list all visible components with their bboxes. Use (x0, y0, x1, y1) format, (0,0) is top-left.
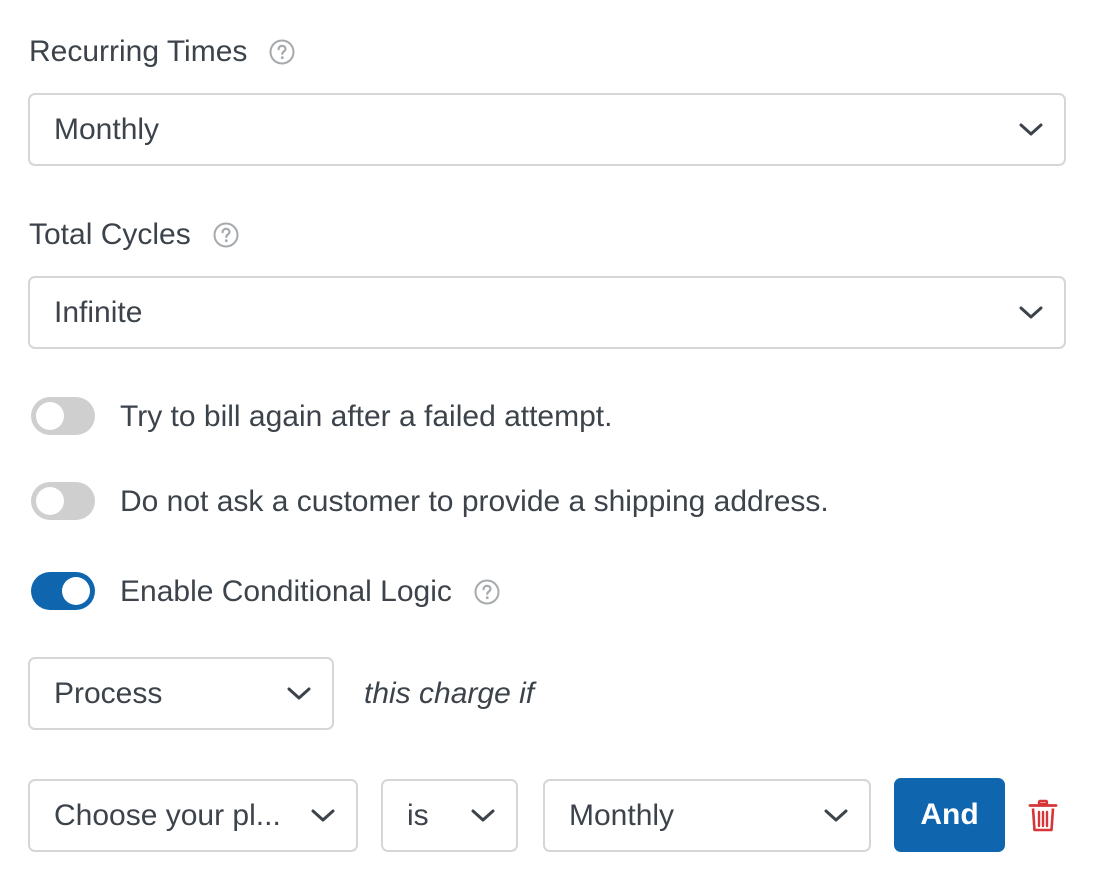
toggle-knob (36, 402, 64, 430)
conditional-action-select[interactable]: Process (28, 657, 334, 730)
toggle-knob (62, 577, 90, 605)
help-icon[interactable] (269, 39, 295, 65)
trash-icon[interactable] (1028, 799, 1058, 833)
recurring-times-label-row: Recurring Times (29, 32, 295, 72)
conditional-operator-value: is (407, 798, 429, 832)
retry-billing-toggle[interactable] (31, 397, 95, 435)
help-icon[interactable] (213, 222, 239, 248)
recurring-times-value: Monthly (54, 112, 160, 146)
chevron-down-icon (1016, 115, 1046, 145)
help-icon[interactable] (474, 579, 500, 605)
conditional-action-value: Process (54, 676, 163, 710)
retry-billing-label: Try to bill again after a failed attempt… (120, 400, 613, 433)
conditional-value-select[interactable]: Monthly (543, 779, 871, 852)
add-and-rule-button[interactable]: And (894, 778, 1005, 852)
total-cycles-value: Infinite (54, 295, 143, 329)
conditional-field-value: Choose your pl... (54, 798, 281, 832)
conditional-logic-label-row: Enable Conditional Logic (120, 572, 500, 612)
conditional-value-value: Monthly (569, 798, 675, 832)
total-cycles-label-row: Total Cycles (29, 215, 239, 255)
toggle-knob (36, 487, 64, 515)
conditional-logic-toggle[interactable] (31, 572, 95, 610)
total-cycles-select[interactable]: Infinite (28, 276, 1066, 349)
conditional-operator-select[interactable]: is (381, 779, 518, 852)
chevron-down-icon (1016, 298, 1046, 328)
recurring-times-select[interactable]: Monthly (28, 93, 1066, 166)
no-shipping-address-toggle[interactable] (31, 482, 95, 520)
chevron-down-icon (308, 801, 338, 831)
total-cycles-label: Total Cycles (29, 218, 191, 251)
conditional-logic-label: Enable Conditional Logic (120, 575, 452, 608)
chevron-down-icon (284, 679, 314, 709)
chevron-down-icon (821, 801, 851, 831)
conditional-action-suffix: this charge if (364, 677, 535, 710)
chevron-down-icon (468, 801, 498, 831)
no-shipping-address-label: Do not ask a customer to provide a shipp… (120, 485, 829, 518)
recurring-times-label: Recurring Times (29, 35, 248, 68)
conditional-field-select[interactable]: Choose your pl... (28, 779, 358, 852)
